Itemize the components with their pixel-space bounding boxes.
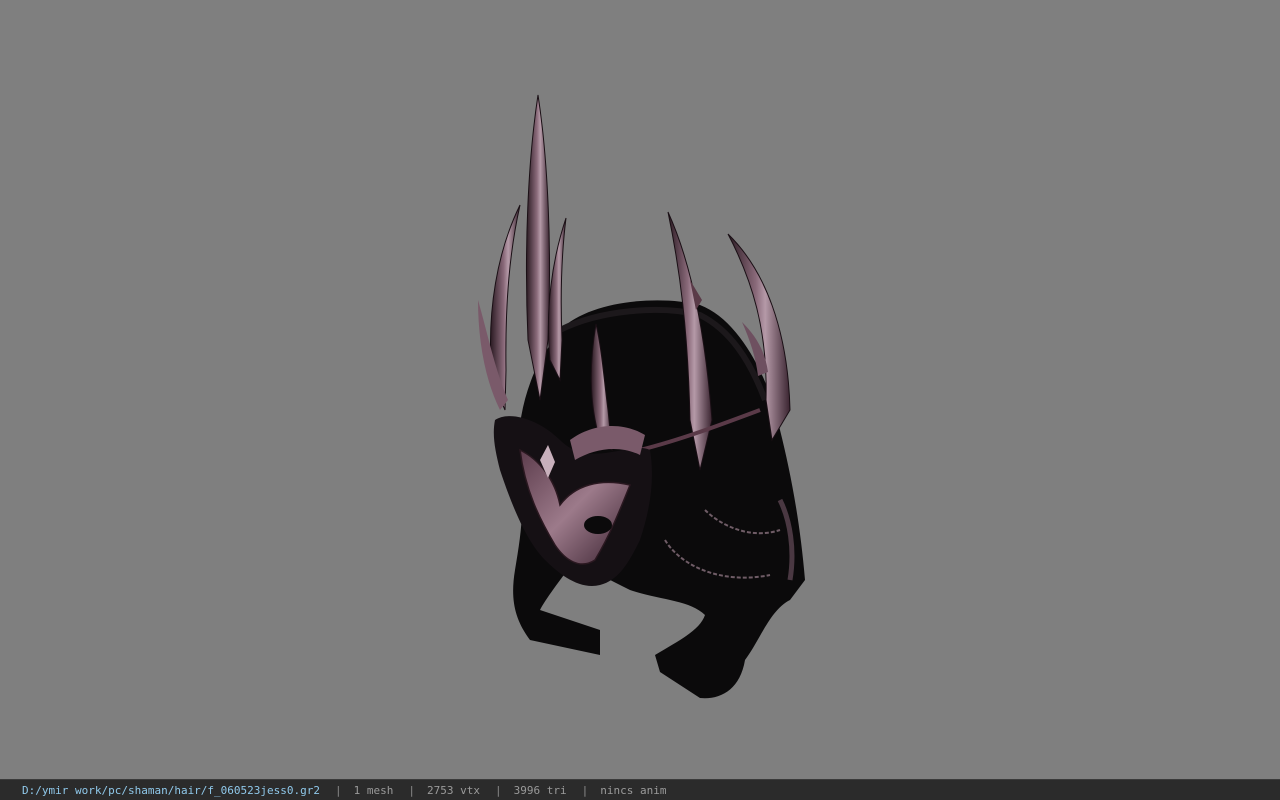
status-separator: | [495, 783, 502, 797]
file-path-label: D:/ymir work/pc/shaman/hair/f_060523jess… [22, 783, 321, 797]
triangle-count-label: 3996 tri [513, 783, 567, 797]
mesh-count-label: 1 mesh [353, 783, 394, 797]
anim-status-label: nincs anim [600, 783, 667, 797]
status-bar: D:/ymir work/pc/shaman/hair/f_060523jess… [0, 779, 1280, 800]
status-separator: | [408, 783, 416, 797]
status-separator: | [335, 783, 342, 797]
status-separator: | [581, 783, 589, 797]
vertex-count-label: 2753 vtx [427, 783, 480, 797]
helmet-model[interactable] [0, 0, 1280, 779]
3d-viewport[interactable] [0, 0, 1280, 779]
